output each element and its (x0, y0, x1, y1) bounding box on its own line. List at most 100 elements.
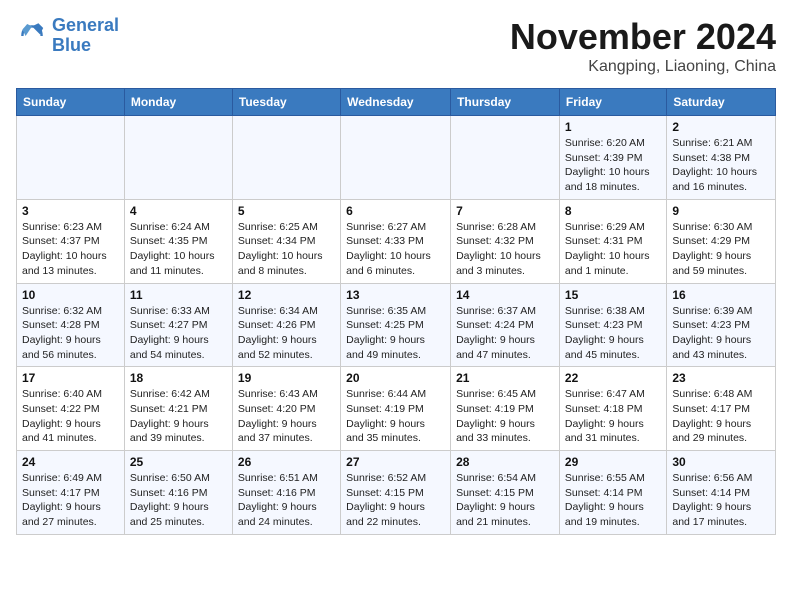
calendar-cell (451, 116, 560, 200)
day-number: 16 (672, 288, 770, 302)
day-number: 1 (565, 120, 661, 134)
day-info: Sunrise: 6:39 AM Sunset: 4:23 PM Dayligh… (672, 304, 770, 363)
calendar-cell: 2 Sunrise: 6:21 AM Sunset: 4:38 PM Daylig… (667, 116, 776, 200)
day-number: 15 (565, 288, 661, 302)
day-info: Sunrise: 6:51 AM Sunset: 4:16 PM Dayligh… (238, 471, 335, 530)
day-info: Sunrise: 6:55 AM Sunset: 4:14 PM Dayligh… (565, 471, 661, 530)
day-number: 18 (130, 371, 227, 385)
day-number: 11 (130, 288, 227, 302)
weekday-header: Thursday (451, 89, 560, 116)
calendar-cell: 27Sunrise: 6:52 AM Sunset: 4:15 PM Dayli… (341, 451, 451, 535)
day-info: Sunrise: 6:21 AM Sunset: 4:38 PM Dayligh… (672, 136, 770, 195)
calendar-cell: 8 Sunrise: 6:29 AM Sunset: 4:31 PM Daylig… (559, 199, 666, 283)
calendar-cell: 10 Sunrise: 6:32 AM Sunset: 4:28 PM Dayli… (17, 283, 125, 367)
day-number: 7 (456, 204, 554, 218)
calendar-cell: 9 Sunrise: 6:30 AM Sunset: 4:29 PM Daylig… (667, 199, 776, 283)
calendar-cell (232, 116, 340, 200)
logo-text: General Blue (52, 16, 119, 56)
calendar-cell: 20 Sunrise: 6:44 AM Sunset: 4:19 PM Dayli… (341, 367, 451, 451)
calendar-table: SundayMondayTuesdayWednesdayThursdayFrid… (16, 88, 776, 535)
day-number: 26 (238, 455, 335, 469)
header: General Blue November 2024 Kangping, Lia… (16, 16, 776, 76)
day-number: 12 (238, 288, 335, 302)
weekday-header: Saturday (667, 89, 776, 116)
day-number: 4 (130, 204, 227, 218)
calendar-cell: 12 Sunrise: 6:34 AM Sunset: 4:26 PM Dayli… (232, 283, 340, 367)
day-number: 9 (672, 204, 770, 218)
day-number: 5 (238, 204, 335, 218)
calendar-cell: 18 Sunrise: 6:42 AM Sunset: 4:21 PM Dayli… (124, 367, 232, 451)
logo-line1: General (52, 15, 119, 35)
calendar-cell: 7 Sunrise: 6:28 AM Sunset: 4:32 PM Daylig… (451, 199, 560, 283)
calendar-week-row: 3 Sunrise: 6:23 AM Sunset: 4:37 PM Daylig… (17, 199, 776, 283)
calendar-cell: 26 Sunrise: 6:51 AM Sunset: 4:16 PM Dayli… (232, 451, 340, 535)
calendar-cell: 1 Sunrise: 6:20 AM Sunset: 4:39 PM Daylig… (559, 116, 666, 200)
calendar-cell: 30 Sunrise: 6:56 AM Sunset: 4:14 PM Dayli… (667, 451, 776, 535)
day-number: 29 (565, 455, 661, 469)
calendar-cell: 25 Sunrise: 6:50 AM Sunset: 4:16 PM Dayli… (124, 451, 232, 535)
day-info: Sunrise: 6:49 AM Sunset: 4:17 PM Dayligh… (22, 471, 119, 530)
day-info: Sunrise: 6:56 AM Sunset: 4:14 PM Dayligh… (672, 471, 770, 530)
calendar-cell: 23Sunrise: 6:48 AM Sunset: 4:17 PM Dayli… (667, 367, 776, 451)
calendar-week-row: 1 Sunrise: 6:20 AM Sunset: 4:39 PM Daylig… (17, 116, 776, 200)
logo-icon (16, 20, 48, 52)
day-number: 3 (22, 204, 119, 218)
day-info: Sunrise: 6:30 AM Sunset: 4:29 PM Dayligh… (672, 220, 770, 279)
day-number: 24 (22, 455, 119, 469)
day-number: 20 (346, 371, 445, 385)
day-number: 6 (346, 204, 445, 218)
day-info: Sunrise: 6:34 AM Sunset: 4:26 PM Dayligh… (238, 304, 335, 363)
calendar-cell: 16 Sunrise: 6:39 AM Sunset: 4:23 PM Dayli… (667, 283, 776, 367)
calendar-cell: 13Sunrise: 6:35 AM Sunset: 4:25 PM Dayli… (341, 283, 451, 367)
day-info: Sunrise: 6:29 AM Sunset: 4:31 PM Dayligh… (565, 220, 661, 279)
day-number: 30 (672, 455, 770, 469)
day-info: Sunrise: 6:54 AM Sunset: 4:15 PM Dayligh… (456, 471, 554, 530)
calendar-week-row: 24 Sunrise: 6:49 AM Sunset: 4:17 PM Dayli… (17, 451, 776, 535)
day-number: 19 (238, 371, 335, 385)
calendar-cell: 6 Sunrise: 6:27 AM Sunset: 4:33 PM Daylig… (341, 199, 451, 283)
day-info: Sunrise: 6:40 AM Sunset: 4:22 PM Dayligh… (22, 387, 119, 446)
day-number: 10 (22, 288, 119, 302)
day-info: Sunrise: 6:42 AM Sunset: 4:21 PM Dayligh… (130, 387, 227, 446)
calendar-cell: 22Sunrise: 6:47 AM Sunset: 4:18 PM Dayli… (559, 367, 666, 451)
calendar-cell: 24 Sunrise: 6:49 AM Sunset: 4:17 PM Dayli… (17, 451, 125, 535)
day-info: Sunrise: 6:20 AM Sunset: 4:39 PM Dayligh… (565, 136, 661, 195)
day-info: Sunrise: 6:33 AM Sunset: 4:27 PM Dayligh… (130, 304, 227, 363)
day-info: Sunrise: 6:45 AM Sunset: 4:19 PM Dayligh… (456, 387, 554, 446)
day-info: Sunrise: 6:23 AM Sunset: 4:37 PM Dayligh… (22, 220, 119, 279)
calendar-cell: 21 Sunrise: 6:45 AM Sunset: 4:19 PM Dayli… (451, 367, 560, 451)
weekday-header: Friday (559, 89, 666, 116)
calendar-cell (341, 116, 451, 200)
calendar-cell: 5Sunrise: 6:25 AM Sunset: 4:34 PM Daylig… (232, 199, 340, 283)
weekday-header: Wednesday (341, 89, 451, 116)
day-info: Sunrise: 6:43 AM Sunset: 4:20 PM Dayligh… (238, 387, 335, 446)
calendar-cell: 17Sunrise: 6:40 AM Sunset: 4:22 PM Dayli… (17, 367, 125, 451)
day-info: Sunrise: 6:44 AM Sunset: 4:19 PM Dayligh… (346, 387, 445, 446)
day-info: Sunrise: 6:38 AM Sunset: 4:23 PM Dayligh… (565, 304, 661, 363)
calendar-cell (124, 116, 232, 200)
day-info: Sunrise: 6:27 AM Sunset: 4:33 PM Dayligh… (346, 220, 445, 279)
calendar-cell: 11 Sunrise: 6:33 AM Sunset: 4:27 PM Dayli… (124, 283, 232, 367)
day-number: 27 (346, 455, 445, 469)
calendar-week-row: 10 Sunrise: 6:32 AM Sunset: 4:28 PM Dayli… (17, 283, 776, 367)
day-number: 23 (672, 371, 770, 385)
day-number: 2 (672, 120, 770, 134)
day-number: 22 (565, 371, 661, 385)
day-info: Sunrise: 6:35 AM Sunset: 4:25 PM Dayligh… (346, 304, 445, 363)
day-info: Sunrise: 6:24 AM Sunset: 4:35 PM Dayligh… (130, 220, 227, 279)
day-number: 8 (565, 204, 661, 218)
day-number: 21 (456, 371, 554, 385)
day-number: 25 (130, 455, 227, 469)
day-info: Sunrise: 6:50 AM Sunset: 4:16 PM Dayligh… (130, 471, 227, 530)
location-title: Kangping, Liaoning, China (510, 58, 776, 76)
weekday-header: Tuesday (232, 89, 340, 116)
day-info: Sunrise: 6:28 AM Sunset: 4:32 PM Dayligh… (456, 220, 554, 279)
day-number: 14 (456, 288, 554, 302)
calendar-cell: 19 Sunrise: 6:43 AM Sunset: 4:20 PM Dayli… (232, 367, 340, 451)
calendar-cell: 29 Sunrise: 6:55 AM Sunset: 4:14 PM Dayli… (559, 451, 666, 535)
calendar-cell: 15 Sunrise: 6:38 AM Sunset: 4:23 PM Dayli… (559, 283, 666, 367)
logo: General Blue (16, 16, 119, 56)
calendar-cell: 4 Sunrise: 6:24 AM Sunset: 4:35 PM Daylig… (124, 199, 232, 283)
weekday-header-row: SundayMondayTuesdayWednesdayThursdayFrid… (17, 89, 776, 116)
day-info: Sunrise: 6:32 AM Sunset: 4:28 PM Dayligh… (22, 304, 119, 363)
